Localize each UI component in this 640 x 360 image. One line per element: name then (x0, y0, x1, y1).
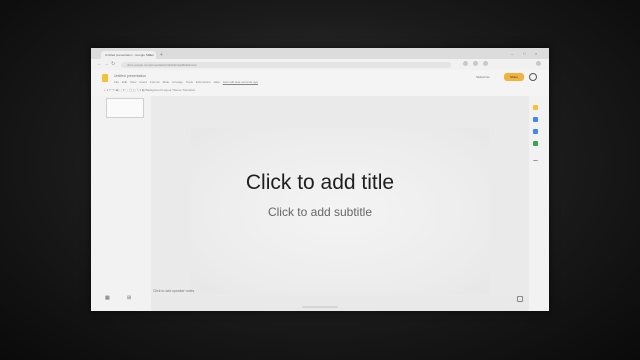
keep-icon[interactable] (533, 105, 538, 110)
share-button[interactable]: Share (504, 73, 524, 81)
menu-arrange[interactable]: Arrange (172, 80, 183, 84)
url-field[interactable]: docs.google.com/presentation/d/1abc/edit… (121, 61, 451, 68)
menu-edit[interactable]: Edit (122, 80, 127, 84)
speaker-notes[interactable]: Click to add speaker notes (153, 289, 194, 294)
new-tab-button[interactable]: + (160, 52, 163, 58)
maps-icon[interactable] (533, 141, 538, 146)
menu-format[interactable]: Format (150, 80, 160, 84)
slides-logo-icon[interactable] (102, 74, 108, 82)
menu-bar: File Edit View Insert Format Slide Arran… (114, 80, 258, 84)
toolbar[interactable]: + ▾ ↶ ↷ 🖶 ⬚ ▾ ⬚ ◯ ▢ ╲ ▾ ▤ Background Lay… (104, 88, 195, 92)
slide-thumbnail[interactable] (106, 98, 144, 118)
forward-icon[interactable]: → (104, 61, 109, 67)
scrollbar[interactable] (302, 306, 338, 308)
grid-view-icon[interactable]: ▦ (105, 295, 110, 301)
browser-tab[interactable]: Untitled presentation - Google Slides (101, 51, 156, 59)
menu-help[interactable]: Help (214, 80, 220, 84)
explore-icon[interactable] (517, 296, 523, 302)
menu-view[interactable]: View (130, 80, 136, 84)
menu-extensions[interactable]: Extensions (196, 80, 211, 84)
menu-tools[interactable]: Tools (186, 80, 193, 84)
reload-icon[interactable]: ↻ (111, 61, 115, 67)
extension-icon[interactable] (473, 61, 478, 66)
menu-slide[interactable]: Slide (163, 80, 170, 84)
back-icon[interactable]: ← (97, 61, 102, 67)
add-icon[interactable] (533, 160, 538, 162)
contacts-icon[interactable] (533, 129, 538, 134)
document-title[interactable]: Untitled presentation (114, 74, 146, 79)
extension-icon[interactable] (463, 61, 468, 66)
minimize-icon[interactable]: – (511, 51, 513, 57)
extension-icon[interactable] (483, 61, 488, 66)
menu-file[interactable]: File (114, 80, 119, 84)
slideshow-button[interactable]: Slideshow (476, 74, 490, 80)
menu-insert[interactable]: Insert (139, 80, 147, 84)
tab-close-icon[interactable]: × (149, 52, 151, 58)
subtitle-placeholder[interactable]: Click to add subtitle (91, 204, 549, 220)
close-window-icon[interactable]: × (535, 51, 537, 57)
title-placeholder[interactable]: Click to add title (91, 170, 549, 196)
maximize-icon[interactable]: □ (523, 51, 525, 57)
browser-menu-icon[interactable] (536, 61, 541, 66)
last-edit-link[interactable]: Last edit was seconds ago (223, 80, 258, 84)
filmstrip-view-icon[interactable]: ⊞ (127, 295, 131, 301)
tasks-icon[interactable] (533, 117, 538, 122)
avatar[interactable] (529, 73, 537, 81)
